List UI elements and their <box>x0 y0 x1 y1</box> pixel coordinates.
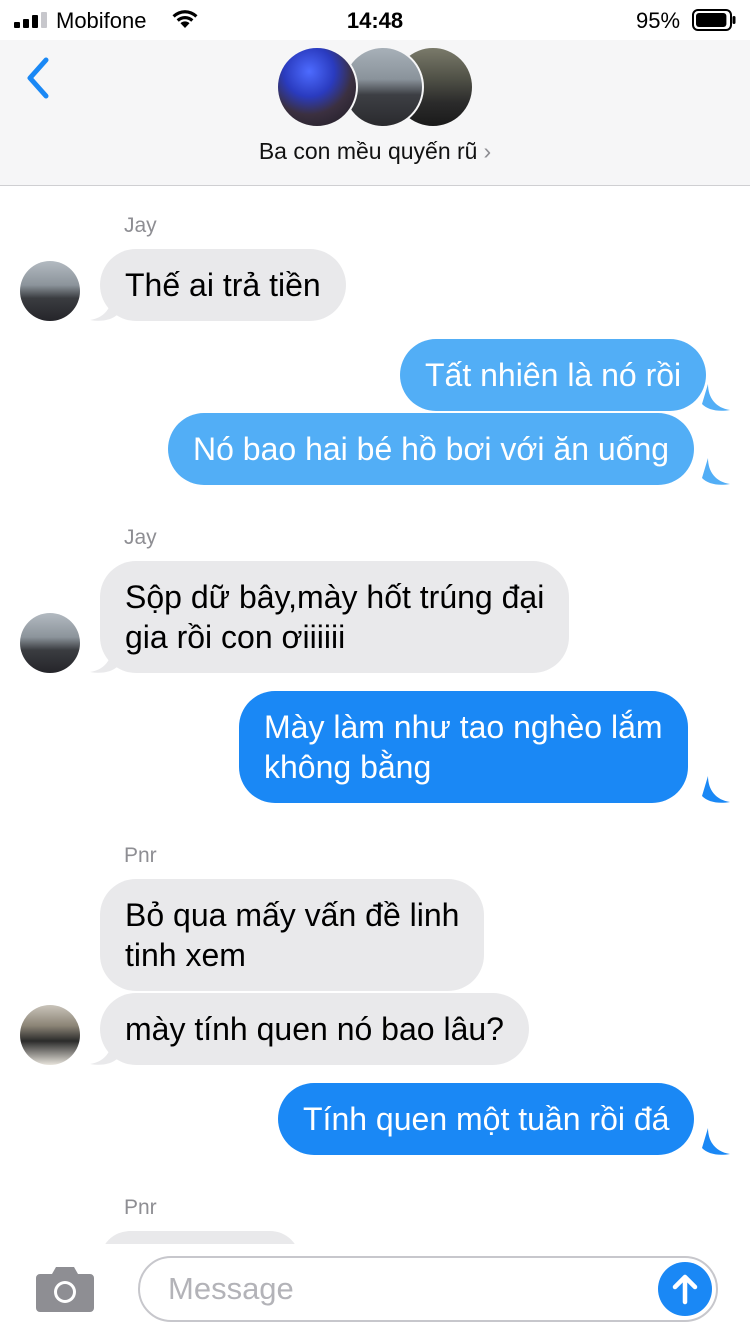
message-text: gia rồi con ơiiiiii <box>125 619 346 655</box>
battery-percent: 95% <box>636 8 681 33</box>
arrow-up-icon <box>672 1274 698 1305</box>
chevron-right-icon: › <box>483 138 492 164</box>
sender-name: Pnr <box>124 1196 157 1219</box>
avatar <box>20 1005 80 1065</box>
message-text: Tính quen một tuần rồi đá <box>303 1101 670 1137</box>
camera-icon[interactable] <box>34 1264 96 1312</box>
message-text: Bỏ qua mấy vấn đề linh <box>125 897 460 933</box>
send-button[interactable] <box>658 1262 712 1316</box>
group-avatars[interactable] <box>276 46 476 130</box>
sender-name: Jay <box>124 214 157 237</box>
sender-name: Jay <box>124 526 157 549</box>
message-bubble-incoming[interactable]: Bỏ qua mấy vấn đề linh tinh xem <box>100 879 485 991</box>
message-bubble-outgoing[interactable]: Mày làm như tao nghèo lắm không bằng <box>239 691 688 803</box>
status-bar: Mobifone 14:48 95% <box>0 0 750 40</box>
bubble-tail <box>702 458 730 485</box>
message-text: Sộp dữ bây,mày hốt trúng đại <box>125 579 545 615</box>
bubble-tail <box>702 776 730 803</box>
group-name-button[interactable]: Ba con mều quyến rũ › <box>0 138 750 165</box>
message-text: Nó bao hai bé hồ bơi với ăn uống <box>193 431 670 467</box>
avatar <box>276 46 358 128</box>
group-name: Ba con mều quyến rũ <box>258 138 478 164</box>
message-text: mày tính quen nó bao lâu? <box>125 1011 504 1047</box>
message-text: tinh xem <box>125 937 246 973</box>
avatar <box>20 261 80 321</box>
message-text: Thế ai trả tiền <box>125 267 321 303</box>
message-text: không bằng <box>264 749 432 785</box>
bubble-tail <box>702 1128 730 1155</box>
conversation-header: Ba con mều quyến rũ › <box>0 40 750 186</box>
message-text: Tất nhiên là nó rồi <box>425 357 682 393</box>
sender-name: Pnr <box>124 844 157 867</box>
message-bubble-outgoing[interactable]: Nó bao hai bé hồ bơi với ăn uống <box>168 413 695 485</box>
back-button[interactable] <box>18 52 58 106</box>
message-bubble-outgoing[interactable]: Tính quen một tuần rồi đá <box>278 1083 695 1155</box>
bubble-tail <box>702 384 730 411</box>
input-bar <box>0 1244 750 1334</box>
message-input[interactable] <box>138 1256 718 1322</box>
battery-icon <box>692 9 736 31</box>
message-bubble-incoming[interactable]: mày tính quen nó bao lâu? <box>100 993 529 1065</box>
avatar <box>20 613 80 673</box>
message-bubble-incoming[interactable]: Sộp dữ bây,mày hốt trúng đại gia rồi con… <box>100 561 570 673</box>
message-text: Mày làm như tao nghèo lắm <box>264 709 663 745</box>
message-bubble-incoming[interactable]: Thế ai trả tiền <box>100 249 346 321</box>
message-bubble-outgoing[interactable]: Tất nhiên là nó rồi <box>400 339 707 411</box>
